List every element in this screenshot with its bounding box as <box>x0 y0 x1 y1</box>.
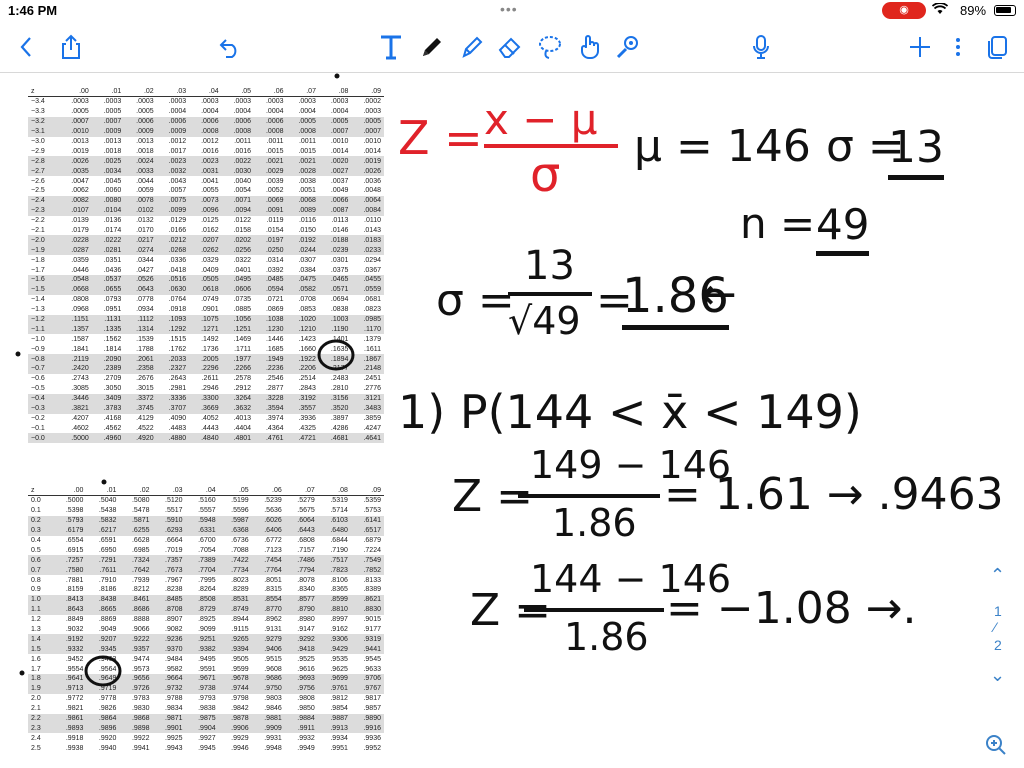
population-mean: μ = 146 <box>634 121 811 172</box>
ink-annotations <box>15 73 355 687</box>
multitasking-dots[interactable]: ••• <box>500 1 518 17</box>
z1-result: = 1.61 → .9463 <box>664 469 1004 520</box>
shape-icon[interactable] <box>614 32 642 62</box>
pen-icon[interactable] <box>418 32 446 62</box>
n-value: 49 <box>816 199 870 256</box>
microphone-icon[interactable] <box>750 32 772 62</box>
ink-dot <box>15 351 21 357</box>
probability-statement: 1) P(144 < x̄ < 149) <box>398 385 862 439</box>
note-canvas[interactable]: z .00.01.02.03.04.05.06.07.08.09 −3.4.000… <box>0 73 1024 768</box>
more-icon[interactable] <box>948 32 968 62</box>
n-label: n = <box>740 199 816 248</box>
sigma-value: 13 <box>888 121 944 180</box>
zoom-icon[interactable] <box>984 733 1008 762</box>
se-numerator: 13 <box>524 243 575 289</box>
add-icon[interactable] <box>906 32 934 62</box>
battery-level <box>996 7 1012 13</box>
ink-dot <box>101 479 107 485</box>
z2-result: = −1.08 →. <box>666 583 917 634</box>
ink-dot <box>19 670 25 676</box>
z2-fraction-bar <box>524 608 664 612</box>
se-lhs: σ = <box>436 275 515 326</box>
formula-z: Z = <box>398 111 483 165</box>
undo-icon[interactable] <box>216 32 244 62</box>
eraser-icon[interactable] <box>496 32 524 62</box>
lasso-icon[interactable] <box>536 32 564 62</box>
battery-percent: 89% <box>960 3 987 18</box>
back-chevron-icon[interactable] <box>14 32 38 62</box>
clock: 1:46 PM <box>8 3 58 18</box>
total-pages: 2 <box>994 637 1002 653</box>
formula-denominator: σ <box>530 147 561 203</box>
page-down-chevron-icon[interactable]: ⌄ <box>990 665 1005 686</box>
z1-fraction-bar <box>518 494 660 498</box>
z1-denominator: 1.86 <box>552 501 637 545</box>
ink-dot <box>334 73 340 79</box>
battery-icon <box>994 5 1016 16</box>
z2-denominator: 1.86 <box>564 615 649 659</box>
wifi-icon <box>931 2 949 18</box>
page-up-chevron-icon[interactable]: ⌃ <box>990 565 1005 586</box>
highlighter-icon[interactable] <box>458 32 486 62</box>
ink-circle-9463 <box>84 655 122 687</box>
text-tool-icon[interactable] <box>376 32 406 62</box>
hand-pointer-icon[interactable] <box>576 32 604 62</box>
se-denominator: √49 <box>508 299 581 343</box>
status-bar: 1:46 PM ••• ◉ 89% <box>0 0 1024 22</box>
formula-numerator: x − μ <box>484 95 598 144</box>
pages-icon[interactable] <box>984 32 1010 62</box>
current-page: 1 <box>994 603 1002 619</box>
ink-circle-1401 <box>317 339 355 371</box>
arrow-left-icon: ← <box>700 269 737 320</box>
page-separator: ⁄ <box>994 619 997 635</box>
se-fraction-bar <box>508 292 592 296</box>
notes-toolbar <box>0 22 1024 73</box>
share-icon[interactable] <box>58 32 84 62</box>
screen-record-indicator[interactable]: ◉ <box>882 2 926 19</box>
